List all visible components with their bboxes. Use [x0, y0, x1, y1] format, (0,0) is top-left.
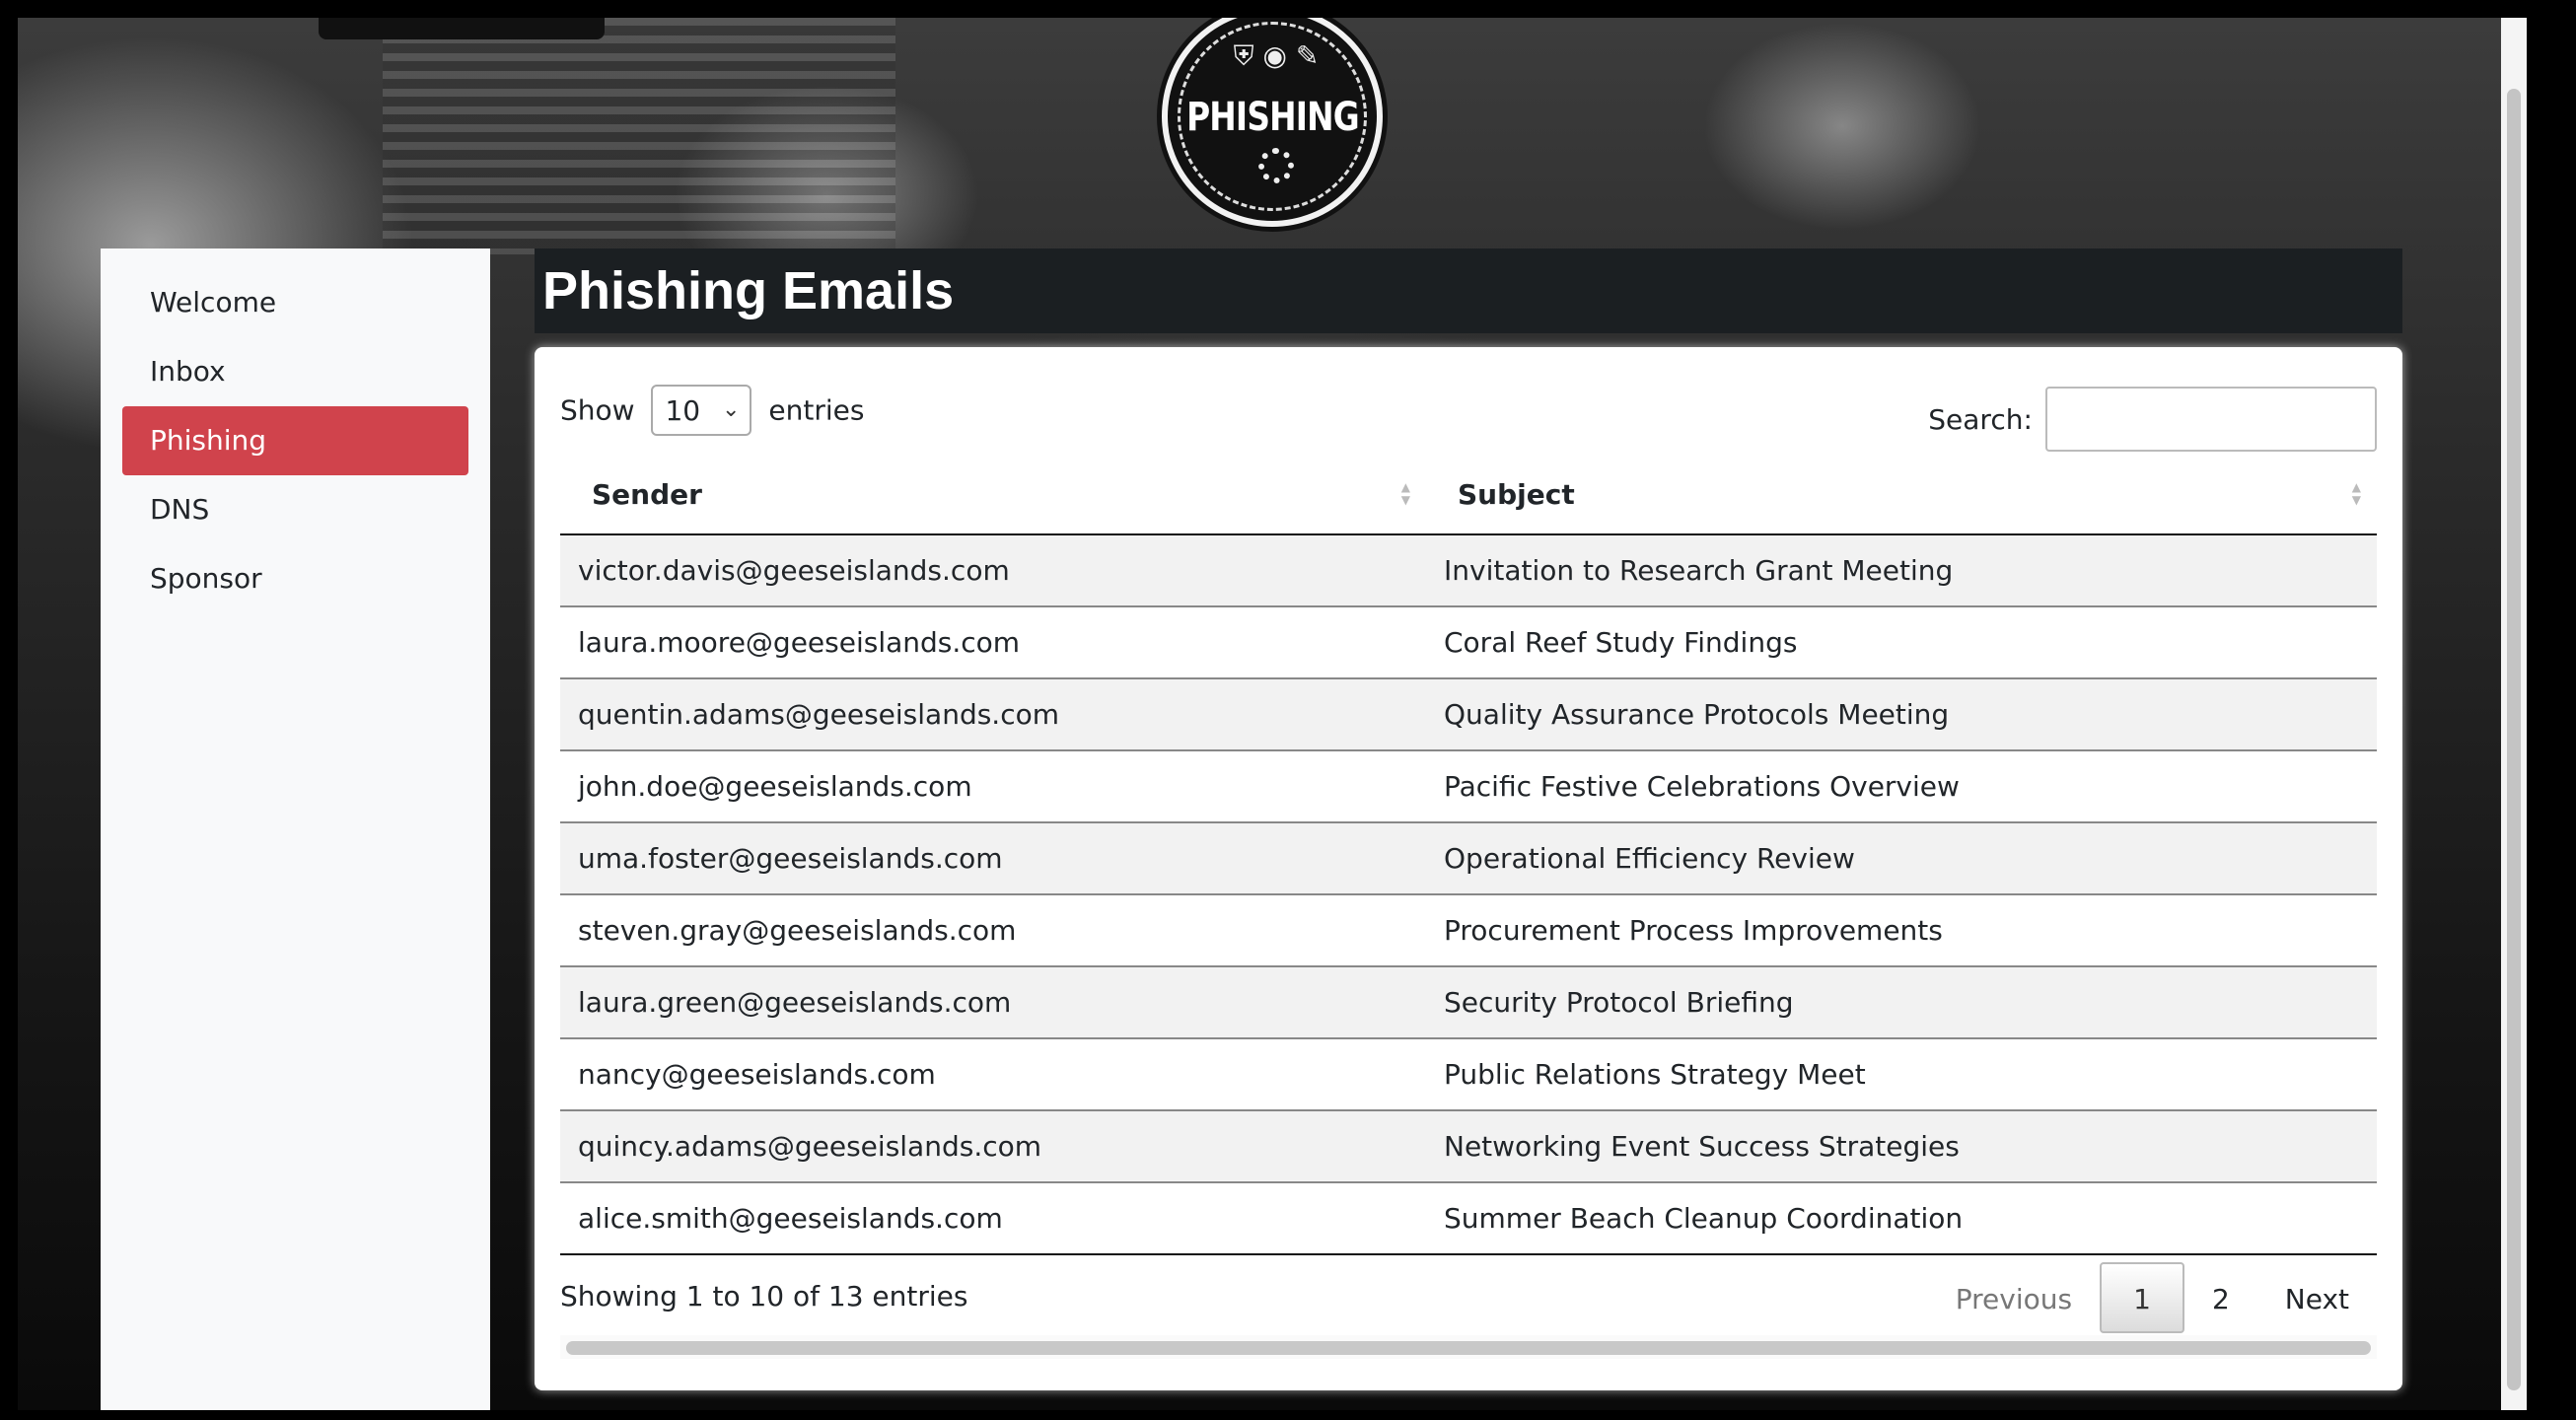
sender-cell: victor.davis@geeseislands.com — [560, 534, 1426, 607]
column-header-subject[interactable]: Subject ▲ ▼ — [1426, 456, 2377, 535]
entries-length-control: Show 10 ⌄ entries — [560, 385, 864, 436]
sender-cell: steven.gray@geeseislands.com — [560, 894, 1426, 967]
subject-cell: Public Relations Strategy Meet — [1426, 1038, 2377, 1111]
table-controls: Show 10 ⌄ entries Search: — [560, 373, 2377, 452]
sidebar-item-welcome[interactable]: Welcome — [122, 268, 468, 337]
chevron-down-icon: ⌄ — [722, 397, 741, 422]
subject-cell: Security Protocol Briefing — [1426, 966, 2377, 1039]
subject-cell: Quality Assurance Protocols Meeting — [1426, 678, 2377, 751]
next-button[interactable]: Next — [2257, 1262, 2377, 1333]
sidebar-item-phishing[interactable]: Phishing — [122, 406, 468, 475]
previous-button[interactable]: Previous — [1928, 1262, 2100, 1333]
phishing-emails-table: Sender ▲ ▼ Subject ▲ ▼ victor.davis@geesei… — [560, 456, 2377, 1255]
column-header-subject-label: Subject — [1458, 478, 1575, 511]
logo-gear-icon — [1258, 148, 1294, 183]
entries-select[interactable]: 10 ⌄ — [651, 385, 752, 436]
entries-label: entries — [768, 393, 865, 427]
table-row[interactable]: nancy@geeseislands.com Public Relations … — [560, 1038, 2377, 1111]
logo-shield-icon: ⛨ ◉ ✎ — [1233, 39, 1320, 72]
search-label: Search: — [1928, 402, 2033, 436]
subject-cell: Networking Event Success Strategies — [1426, 1110, 2377, 1183]
page-1-button[interactable]: 1 — [2100, 1262, 2184, 1333]
subject-cell: Procurement Process Improvements — [1426, 894, 2377, 967]
table-search: Search: — [1928, 387, 2377, 452]
sender-cell: laura.green@geeseislands.com — [560, 966, 1426, 1039]
sender-cell: quentin.adams@geeseislands.com — [560, 678, 1426, 751]
sidebar-item-sponsor[interactable]: Sponsor — [122, 544, 468, 613]
search-input[interactable] — [2045, 387, 2377, 452]
table-row[interactable]: uma.foster@geeseislands.com Operational … — [560, 822, 2377, 895]
subject-cell: Operational Efficiency Review — [1426, 822, 2377, 895]
table-row[interactable]: quincy.adams@geeseislands.com Networking… — [560, 1110, 2377, 1183]
table-row[interactable]: steven.gray@geeseislands.com Procurement… — [560, 894, 2377, 967]
horizontal-scrollbar[interactable] — [560, 1335, 2377, 1359]
emails-table-card: Show 10 ⌄ entries Search: Sender ▲ ▼ Sub… — [535, 347, 2402, 1390]
vertical-scrollbar[interactable] — [2501, 18, 2527, 1410]
table-row[interactable]: laura.green@geeseislands.com Security Pr… — [560, 966, 2377, 1039]
subject-cell: Coral Reef Study Findings — [1426, 606, 2377, 679]
table-row[interactable]: victor.davis@geeseislands.com Invitation… — [560, 534, 2377, 607]
page-header: Phishing Emails — [535, 248, 2402, 333]
entries-select-value: 10 — [665, 394, 701, 427]
page-title: Phishing Emails — [542, 261, 955, 320]
sender-cell: nancy@geeseislands.com — [560, 1038, 1426, 1111]
page-2-button[interactable]: 2 — [2184, 1262, 2257, 1333]
sort-icon: ▲ ▼ — [1400, 480, 1410, 507]
column-header-sender[interactable]: Sender ▲ ▼ — [560, 456, 1426, 535]
table-info: Showing 1 to 10 of 13 entries — [560, 1280, 968, 1313]
subject-cell: Summer Beach Cleanup Coordination — [1426, 1182, 2377, 1255]
table-row[interactable]: laura.moore@geeseislands.com Coral Reef … — [560, 606, 2377, 679]
sidebar-item-dns[interactable]: DNS — [122, 475, 468, 544]
sender-cell: john.doe@geeseislands.com — [560, 750, 1426, 823]
sender-cell: uma.foster@geeseislands.com — [560, 822, 1426, 895]
logo-text: PHISHING — [1186, 95, 1360, 140]
show-label: Show — [560, 393, 635, 427]
horizontal-scrollbar-thumb[interactable] — [566, 1341, 2371, 1355]
sender-cell: alice.smith@geeseislands.com — [560, 1182, 1426, 1255]
sort-icon: ▲ ▼ — [2351, 480, 2361, 507]
table-row[interactable]: john.doe@geeseislands.com Pacific Festiv… — [560, 750, 2377, 823]
background-window-blinds — [383, 18, 895, 254]
sender-cell: quincy.adams@geeseislands.com — [560, 1110, 1426, 1183]
sidebar: Welcome Inbox Phishing DNS Sponsor — [101, 248, 490, 1410]
background-lamp-shade — [319, 18, 605, 39]
browser-viewport: ⛨ ◉ ✎ PHISHING Welcome Inbox Phishing DN… — [18, 18, 2527, 1410]
vertical-scrollbar-thumb[interactable] — [2507, 89, 2521, 1390]
phishing-logo: ⛨ ◉ ✎ PHISHING — [1162, 18, 1383, 227]
subject-cell: Invitation to Research Grant Meeting — [1426, 534, 2377, 607]
subject-cell: Pacific Festive Celebrations Overview — [1426, 750, 2377, 823]
pagination: Previous 1 2 Next — [1928, 1262, 2377, 1333]
table-row[interactable]: quentin.adams@geeseislands.com Quality A… — [560, 678, 2377, 751]
table-header-row: Sender ▲ ▼ Subject ▲ ▼ — [560, 456, 2377, 535]
sidebar-item-inbox[interactable]: Inbox — [122, 337, 468, 406]
sender-cell: laura.moore@geeseislands.com — [560, 606, 1426, 679]
column-header-sender-label: Sender — [592, 478, 702, 511]
table-row[interactable]: alice.smith@geeseislands.com Summer Beac… — [560, 1182, 2377, 1255]
